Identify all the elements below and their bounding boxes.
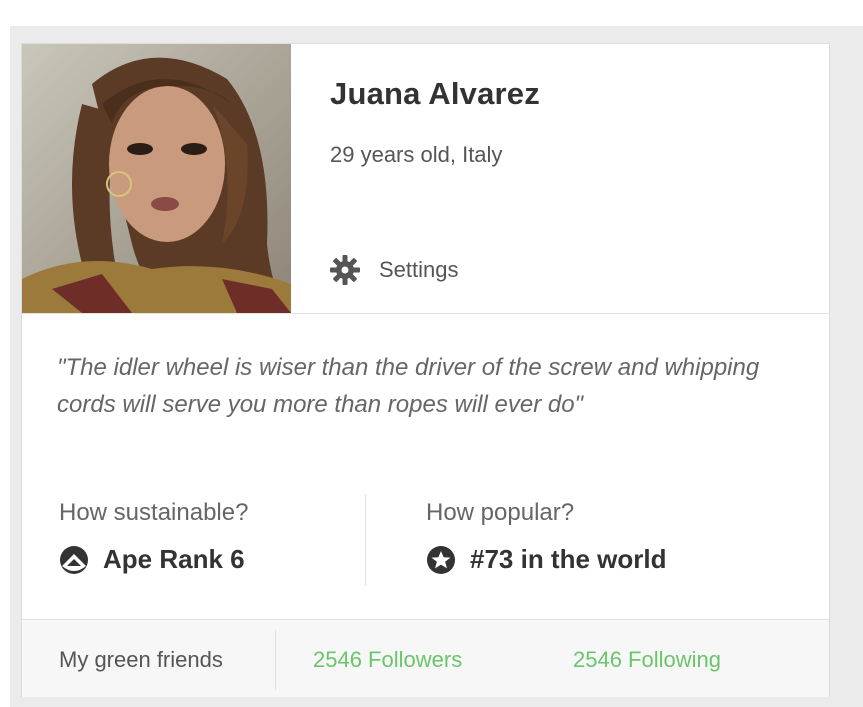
followers-link[interactable]: 2546 Followers: [313, 647, 462, 673]
profile-age-location: 29 years old, Italy: [330, 142, 503, 167]
sustainable-value: Ape Rank 6: [59, 544, 245, 575]
gear-icon: [330, 255, 360, 285]
profile-quote: "The idler wheel is wiser than the drive…: [57, 354, 760, 418]
ape-rank-text: Ape Rank 6: [103, 544, 245, 574]
profile-photo: [22, 44, 291, 313]
ape-rank-icon: [60, 545, 88, 574]
friends-label: My green friends: [59, 647, 223, 672]
profile-header: Juana Alvarez 29 years old, Italy Settin…: [22, 44, 829, 314]
following-link[interactable]: 2546 Following: [573, 647, 721, 673]
sustainable-label: How sustainable?: [59, 499, 249, 526]
popular-value: #73 in the world: [426, 544, 667, 575]
friends-bar: My green friends 2546 Followers 2546 Fol…: [22, 619, 829, 697]
stats-divider: [365, 494, 366, 586]
popular-label: How popular?: [426, 499, 575, 526]
friends-divider: [275, 630, 276, 690]
settings-label: Settings: [379, 257, 459, 282]
star-badge-icon: [427, 545, 455, 574]
world-rank-text: #73 in the world: [470, 544, 667, 574]
profile-card: Juana Alvarez 29 years old, Italy Settin…: [21, 43, 830, 697]
settings-button[interactable]: Settings: [329, 252, 459, 288]
profile-name: Juana Alvarez: [330, 76, 540, 111]
